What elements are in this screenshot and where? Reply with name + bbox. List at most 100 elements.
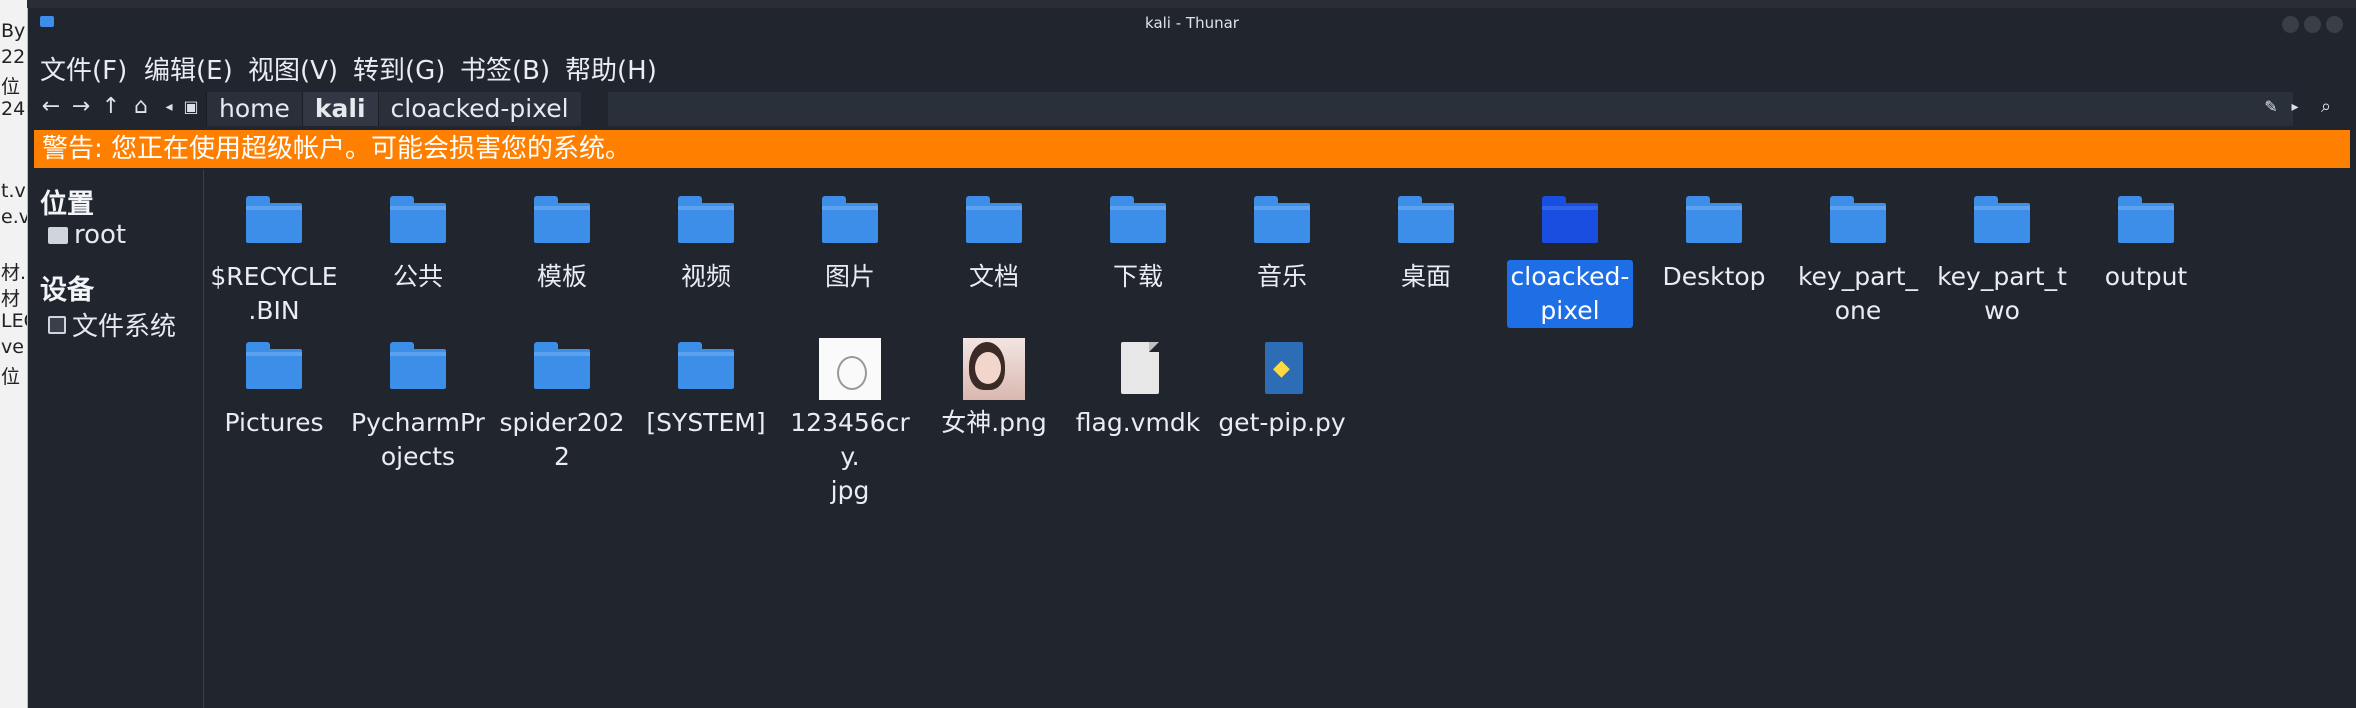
python-file-icon: ◆ xyxy=(1251,338,1313,400)
folder-icon xyxy=(2115,192,2177,254)
background-text: By xyxy=(1,20,26,42)
background-window-strip: By 22 位 24 t.v e.vi 材. 材 LEO ve 位 xyxy=(0,0,28,708)
file-item-label-line: jpg xyxy=(830,476,870,505)
file-item[interactable]: 下载 xyxy=(1070,192,1206,294)
menu-help[interactable]: 帮助(H) xyxy=(565,50,657,87)
up-arrow-icon[interactable]: ↑ xyxy=(98,94,124,120)
file-item[interactable]: PycharmPr ojects xyxy=(350,338,486,474)
sidebar-devices-header: 设备 xyxy=(40,275,94,306)
file-item-label-line: 2 xyxy=(554,442,570,471)
menu-view[interactable]: 视图(V) xyxy=(248,50,338,87)
folder-icon xyxy=(819,192,881,254)
background-text: LEO xyxy=(1,310,27,332)
background-text: e.vi xyxy=(1,206,27,228)
forward-arrow-icon[interactable]: → xyxy=(68,94,94,120)
thunar-window: kali - Thunar 文件(F) 编辑(E) 视图(V) 转到(G) 书签… xyxy=(28,8,2356,708)
file-item-label: 公共 xyxy=(350,260,486,294)
file-item-label: 123456cry. jpg xyxy=(782,406,918,508)
file-item-label: key_part_ one xyxy=(1790,260,1926,328)
toolbar: ← → ↑ ⌂ ◂ ▣ home kali cloacked-pixel ✎ ▸… xyxy=(28,88,2356,128)
menu-bookmarks[interactable]: 书签(B) xyxy=(460,50,550,87)
breadcrumb-kali[interactable]: kali xyxy=(301,92,378,126)
breadcrumb-home[interactable]: home xyxy=(206,92,302,126)
path-right-chevron-icon[interactable]: ▸ xyxy=(2282,94,2308,120)
sidebar-item-label: 文件系统 xyxy=(72,312,177,342)
background-text: 位 xyxy=(1,76,21,98)
sidebar-item-root[interactable]: root xyxy=(48,220,126,250)
file-item-label: flag.vmdk xyxy=(1070,406,1206,440)
maximize-icon[interactable] xyxy=(2304,16,2321,33)
folder-icon xyxy=(1539,192,1601,254)
close-icon[interactable] xyxy=(2326,16,2343,33)
image-thumbnail-icon xyxy=(819,338,881,400)
root-location-icon[interactable]: ▣ xyxy=(178,94,204,120)
file-item-label: key_part_t wo xyxy=(1934,260,2070,328)
file-item-label: 文档 xyxy=(926,260,1062,294)
menu-edit[interactable]: 编辑(E) xyxy=(144,50,233,87)
menu-bar: 文件(F) 编辑(E) 视图(V) 转到(G) 书签(B) 帮助(H) xyxy=(28,42,2356,86)
window-title: kali - Thunar xyxy=(1145,14,1239,32)
file-item[interactable]: [SYSTEM] xyxy=(638,338,774,440)
file-item[interactable]: flag.vmdk xyxy=(1070,338,1206,440)
file-item[interactable]: Desktop xyxy=(1646,192,1782,294)
location-area[interactable] xyxy=(608,92,2293,126)
file-item-label: cloacked-pixel xyxy=(1506,260,1634,328)
file-item[interactable]: Pictures xyxy=(206,338,342,440)
background-text: 24 xyxy=(1,98,26,120)
file-item[interactable]: 123456cry. jpg xyxy=(782,338,918,508)
file-item[interactable]: 模板 xyxy=(494,192,630,294)
file-item-label-line: ojects xyxy=(380,442,456,471)
sidebar-item-filesystem[interactable]: 文件系统 xyxy=(48,306,176,343)
folder-icon xyxy=(1683,192,1745,254)
file-item-label: Desktop xyxy=(1646,260,1782,294)
file-item[interactable]: cloacked-pixel xyxy=(1502,192,1638,328)
sidebar-places-header: 位置 xyxy=(40,189,94,220)
menu-file[interactable]: 文件(F) xyxy=(40,50,127,87)
file-item[interactable]: $RECYCLE .BIN xyxy=(206,192,342,328)
folder-icon xyxy=(243,338,305,400)
breadcrumb: home kali cloacked-pixel xyxy=(206,92,581,126)
breadcrumb-cloacked-pixel[interactable]: cloacked-pixel xyxy=(377,92,581,126)
file-item-label-line: 桌面 xyxy=(1400,262,1451,291)
file-item-label-line: one xyxy=(1834,296,1882,325)
file-item[interactable]: output xyxy=(2078,192,2214,294)
file-item-label-line: .BIN xyxy=(248,296,300,325)
file-item-label: PycharmPr ojects xyxy=(350,406,486,474)
file-item[interactable]: ◆ get-pip.py xyxy=(1214,338,1350,440)
minimize-icon[interactable] xyxy=(2282,16,2299,33)
menu-go[interactable]: 转到(G) xyxy=(353,50,445,87)
home-icon[interactable]: ⌂ xyxy=(128,94,154,120)
search-icon[interactable]: ⌕ xyxy=(2313,94,2339,120)
file-item-label-line: cloacked- xyxy=(1510,262,1630,291)
file-item-label-line: PycharmPr xyxy=(351,408,485,437)
file-item-label-line: 公共 xyxy=(392,262,443,291)
file-item[interactable]: key_part_ one xyxy=(1790,192,1926,328)
folder-icon xyxy=(387,338,449,400)
file-item[interactable]: 音乐 xyxy=(1214,192,1350,294)
file-item[interactable]: 视频 xyxy=(638,192,774,294)
file-item-label: 下载 xyxy=(1070,260,1206,294)
file-item-label-line: 123456cry. xyxy=(790,408,910,471)
file-item[interactable]: 女神.png xyxy=(926,338,1062,440)
file-item[interactable]: key_part_t wo xyxy=(1934,192,2070,328)
folder-icon xyxy=(675,192,737,254)
folder-icon xyxy=(1107,192,1169,254)
folder-icon xyxy=(1827,192,1889,254)
file-view: $RECYCLE .BIN 公共 模板 视频 图片 文档 下载 音乐 桌面 cloacked-pix… xyxy=(204,170,2356,708)
file-item[interactable]: 文档 xyxy=(926,192,1062,294)
file-item-label: [SYSTEM] xyxy=(638,406,774,440)
file-item[interactable]: spider202 2 xyxy=(494,338,630,474)
edit-location-icon[interactable]: ✎ xyxy=(2258,94,2284,120)
file-item-label-line: spider202 xyxy=(499,408,625,437)
file-item-label: $RECYCLE .BIN xyxy=(206,260,342,328)
file-item[interactable]: 公共 xyxy=(350,192,486,294)
folder-icon xyxy=(531,338,593,400)
file-item[interactable]: 图片 xyxy=(782,192,918,294)
title-bar[interactable]: kali - Thunar xyxy=(28,8,2356,42)
file-item-label: 视频 xyxy=(638,260,774,294)
back-arrow-icon[interactable]: ← xyxy=(38,94,64,120)
file-item-label-line: pixel xyxy=(1540,296,1600,325)
folder-icon xyxy=(531,192,593,254)
file-item[interactable]: 桌面 xyxy=(1358,192,1494,294)
file-item-label: 女神.png xyxy=(926,406,1062,440)
